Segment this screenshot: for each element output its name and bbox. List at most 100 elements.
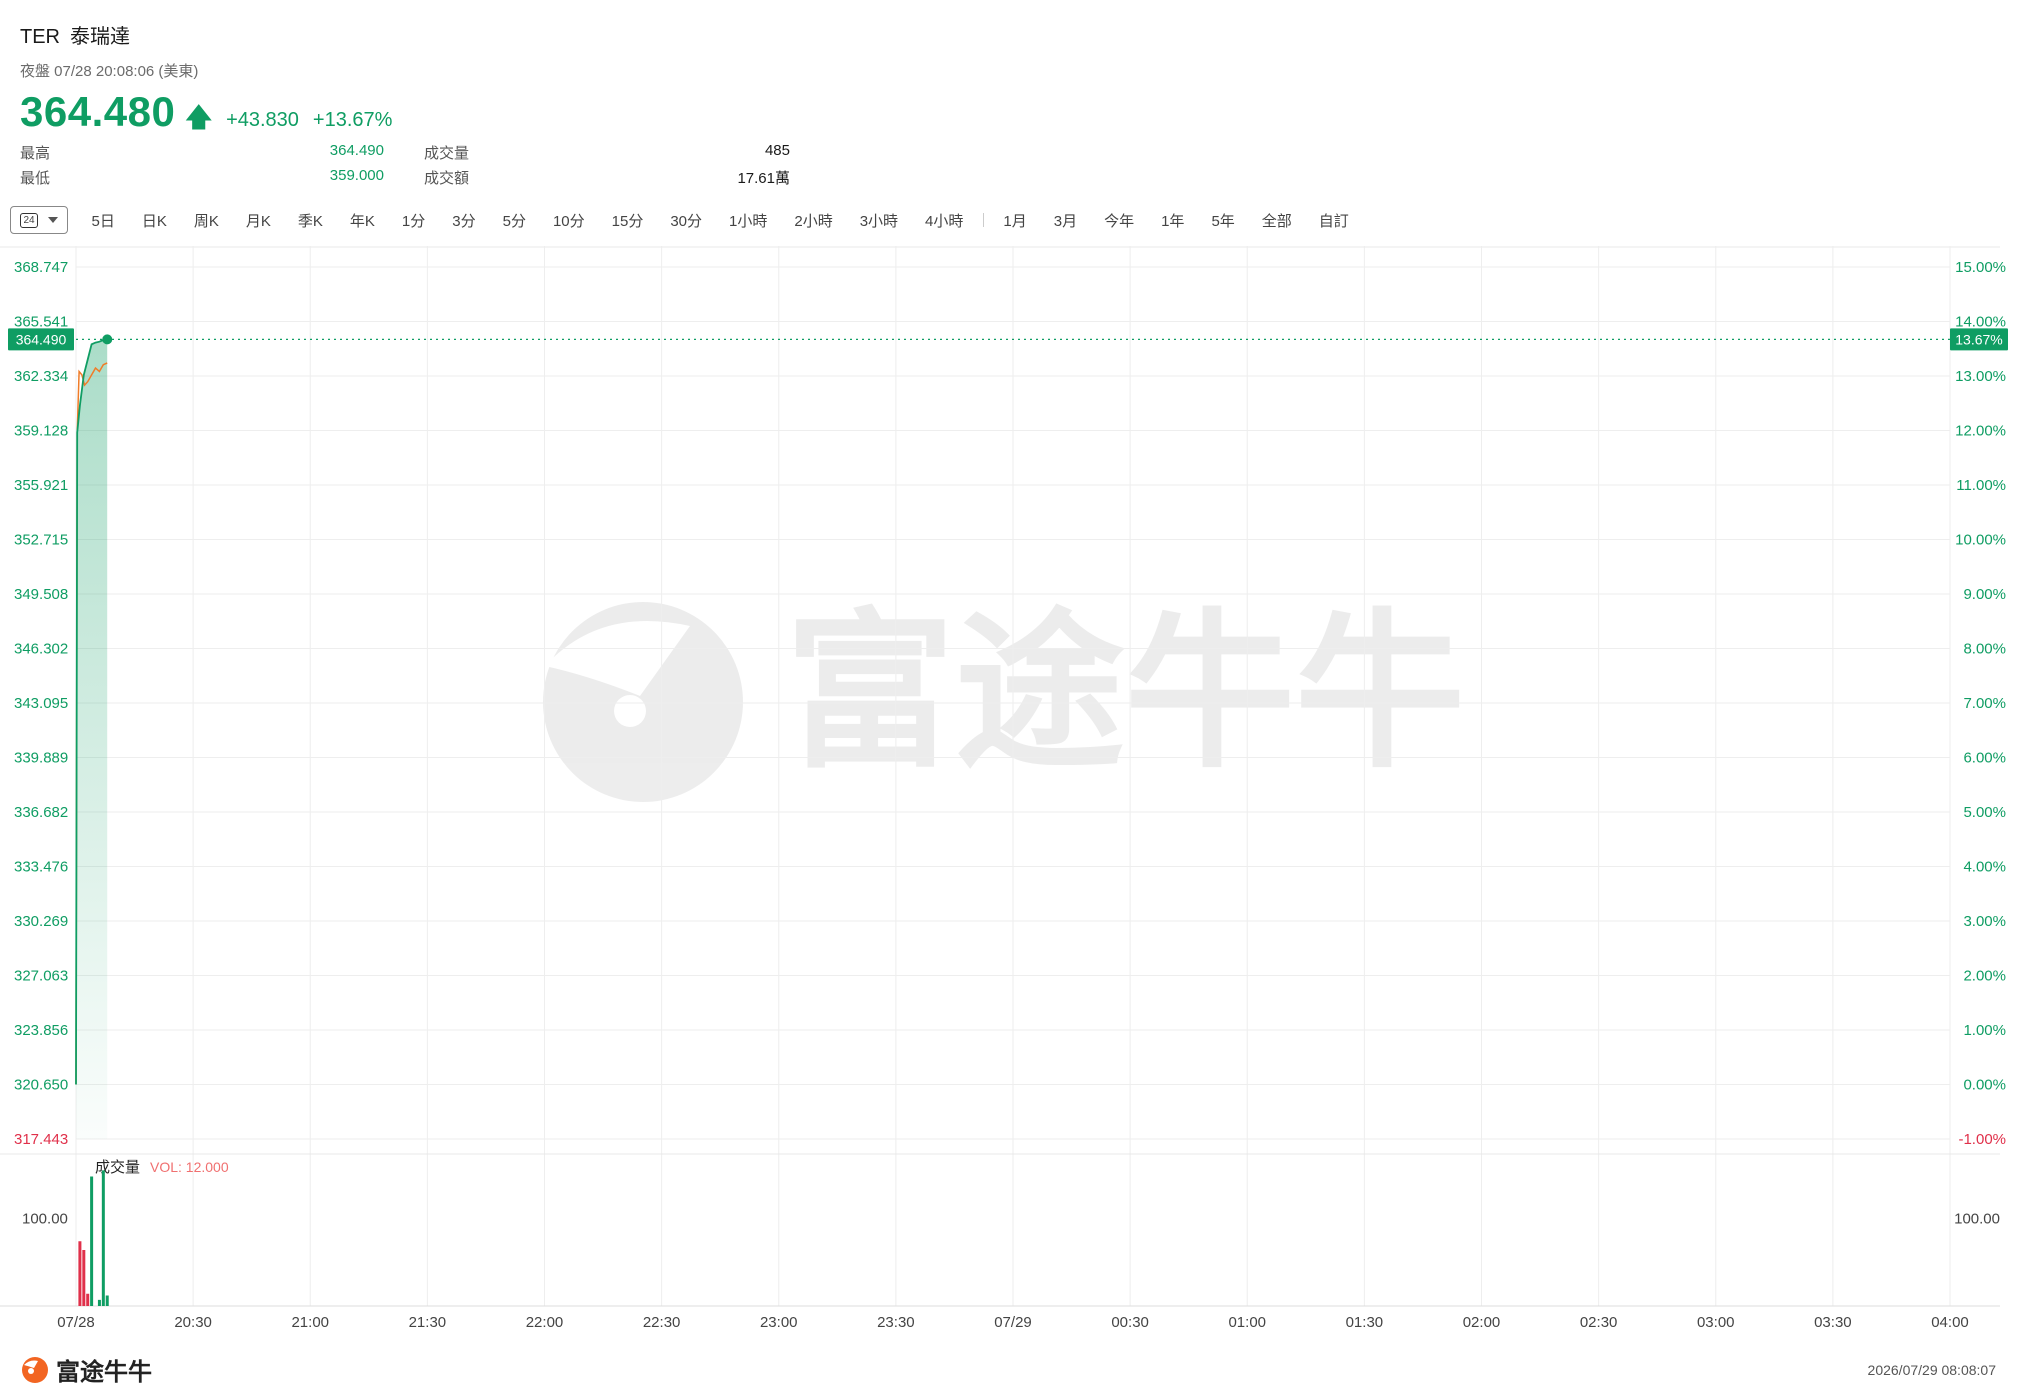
period-tab[interactable]: 3月	[1040, 210, 1090, 231]
x-axis-tick: 07/29	[994, 1314, 1032, 1331]
period-tab[interactable]: 全部	[1248, 210, 1305, 231]
price-change-pct: +13.67%	[312, 109, 393, 131]
period-tab[interactable]: 4小時	[912, 210, 977, 231]
price-row: 364.480 🡅 +43.830 +13.67%	[20, 88, 392, 143]
x-axis-tick: 03:30	[1814, 1314, 1852, 1331]
pct-axis-tick: 10.00%	[1955, 531, 2006, 548]
pct-axis-tick: 2.00%	[1963, 967, 2006, 984]
pct-axis-tick: 13.00%	[1955, 368, 2006, 385]
current-price-label: 364.490	[16, 331, 67, 347]
price-axis-tick: 359.128	[14, 422, 68, 439]
x-axis-tick: 07/28	[57, 1314, 95, 1331]
price-axis-tick: 368.747	[14, 259, 68, 276]
x-axis-tick: 01:30	[1346, 1314, 1384, 1331]
period-tab[interactable]: 1分	[388, 210, 438, 231]
period-tab[interactable]: 自訂	[1305, 210, 1362, 231]
last-price: 364.480	[20, 88, 176, 135]
period-tab[interactable]: 今年	[1091, 210, 1148, 231]
period-tab[interactable]: 1月	[990, 210, 1040, 231]
period-tab[interactable]: 1年	[1148, 210, 1198, 231]
period-tab[interactable]: 5分	[489, 210, 539, 231]
x-axis-tick: 02:00	[1463, 1314, 1501, 1331]
price-axis-tick: 317.443	[14, 1131, 68, 1148]
turnover-value: 17.61萬	[737, 170, 790, 187]
volume-axis-tick-right: 100.00	[1954, 1211, 2000, 1228]
x-axis-tick: 23:30	[877, 1314, 915, 1331]
price-axis-tick: 327.063	[14, 967, 68, 984]
volume-label: 成交量	[424, 145, 470, 162]
period-tab[interactable]: 周K	[180, 210, 232, 231]
pct-axis-tick: 14.00%	[1955, 313, 2006, 330]
price-axis-tick: 320.650	[14, 1076, 68, 1093]
period-tab[interactable]: 10分	[539, 210, 598, 231]
price-axis-tick: 330.269	[14, 913, 68, 930]
period-tab[interactable]: 5日	[78, 210, 128, 231]
volume-bar	[101, 1170, 105, 1306]
arrow-up-icon: 🡅	[185, 102, 213, 132]
pct-axis-tick: 4.00%	[1963, 858, 2006, 875]
price-area	[76, 339, 108, 1139]
price-axis-tick: 343.095	[14, 695, 68, 712]
volume-value: 485	[764, 142, 790, 159]
period-tab[interactable]: 日K	[128, 210, 180, 231]
period-tab[interactable]: 30分	[657, 210, 716, 231]
price-axis-tick: 339.889	[14, 749, 68, 766]
watermark-text: 富途牛牛	[785, 594, 1465, 792]
stock-title: TER 泰瑞達	[20, 20, 140, 49]
watermark-logo-eye	[614, 695, 646, 727]
x-axis-tick: 04:00	[1931, 1314, 1969, 1331]
stock-name: 泰瑞達	[70, 26, 130, 48]
period-tab[interactable]: 3小時	[846, 210, 911, 231]
session-dropdown[interactable]: 24	[10, 206, 68, 234]
watermark: 富途牛牛	[543, 594, 1465, 802]
x-axis-tick: 00:30	[1111, 1314, 1149, 1331]
stats-panel: 最高 364.490 成交量 485 最低 359.000 成交額 17.61萬	[20, 142, 790, 192]
price-axis-tick: 346.302	[14, 640, 68, 657]
x-axis-tick: 23:00	[760, 1314, 798, 1331]
period-tab[interactable]: 1小時	[716, 210, 781, 231]
high-label: 最高	[20, 145, 51, 162]
pct-axis-tick: 6.00%	[1963, 749, 2006, 766]
period-tab[interactable]: 季K	[284, 210, 336, 231]
current-price-dot	[102, 334, 113, 345]
low-label: 最低	[20, 170, 51, 187]
pct-axis-tick: 8.00%	[1963, 640, 2006, 657]
ticker-symbol: TER	[20, 26, 60, 48]
current-pct-label: 13.67%	[1955, 331, 2002, 347]
period-tab[interactable]: 2小時	[781, 210, 846, 231]
chart-area[interactable]: 富途牛牛 368.747 15.00% 365.541 14.00% 362.334 13.…	[0, 246, 2018, 1351]
period-tab[interactable]: 月K	[232, 210, 284, 231]
pct-axis-tick: 3.00%	[1963, 913, 2006, 930]
pct-axis-tick: 0.00%	[1963, 1076, 2006, 1093]
pct-axis-tick: 1.00%	[1963, 1022, 2006, 1039]
volume-bar	[82, 1250, 86, 1306]
x-axis-tick: 01:00	[1228, 1314, 1266, 1331]
volume-bar	[78, 1241, 82, 1306]
volume-bar	[90, 1176, 94, 1306]
volume-bar	[97, 1299, 101, 1306]
period-tab[interactable]: 15分	[598, 210, 657, 231]
period-toolbar: 24 5日 日K 周K 月K 季K 年K 1分 3分 5分 10分 15分 30分 1小時 2小時 3小時 4…	[10, 205, 1362, 235]
price-chart[interactable]: 富途牛牛 368.747 15.00% 365.541 14.00% 362.334 13.…	[0, 246, 2018, 1346]
price-axis-tick: 349.508	[14, 586, 68, 603]
price-axis-tick: 355.921	[14, 477, 68, 494]
pct-axis-tick: 12.00%	[1955, 422, 2006, 439]
period-tab[interactable]: 年K	[336, 210, 388, 231]
price-axis-tick: 362.334	[14, 368, 68, 385]
price-axis-tick: 352.715	[14, 531, 68, 548]
x-axis-tick: 02:30	[1580, 1314, 1618, 1331]
price-change: +43.830	[226, 109, 299, 131]
futu-logo-icon	[22, 1356, 48, 1383]
pct-axis-tick: 7.00%	[1963, 695, 2006, 712]
x-axis-tick: 21:30	[409, 1314, 447, 1331]
x-axis-tick: 03:00	[1697, 1314, 1735, 1331]
session-time: 夜盤 07/28 20:08:06 (美東)	[20, 63, 199, 80]
volume-title: 成交量	[95, 1158, 140, 1176]
price-axis-tick: 365.541	[14, 313, 68, 330]
period-tab[interactable]: 3分	[439, 210, 489, 231]
volume-readout: VOL: 12.000	[150, 1159, 229, 1175]
pct-axis-tick: 11.00%	[1956, 477, 2006, 494]
24h-icon: 24	[20, 212, 38, 228]
period-tab[interactable]: 5年	[1198, 210, 1248, 231]
x-axis-tick: 22:30	[643, 1314, 681, 1331]
